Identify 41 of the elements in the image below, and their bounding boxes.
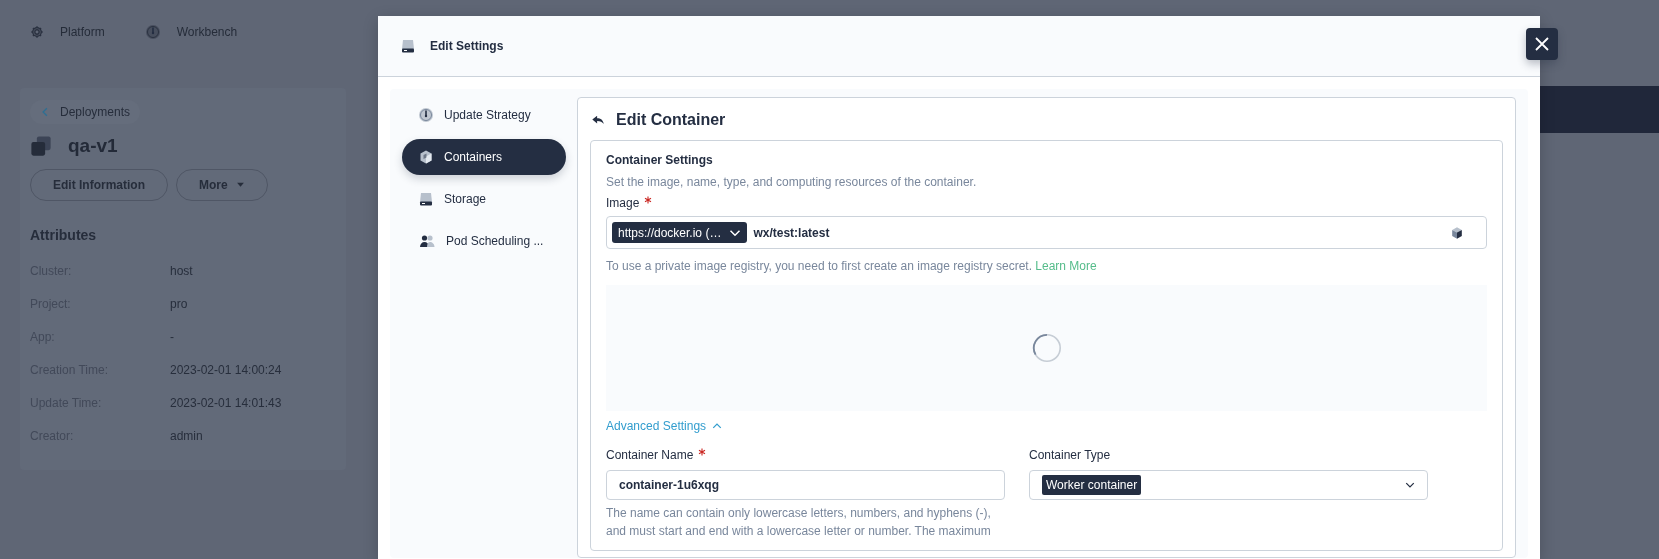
caret-down-icon xyxy=(235,180,245,189)
section-title: Attributes xyxy=(30,225,98,245)
nav-tab[interactable]: Update Strategy xyxy=(402,97,566,133)
help-text: To use a private image registry, you need to first create an image registry secret. Learn More xyxy=(606,258,1098,275)
field-label: Container Type xyxy=(1029,447,1111,464)
back-arrow-icon xyxy=(590,113,606,127)
attribute-value: pro xyxy=(170,295,188,313)
field-label: Image xyxy=(606,194,1487,212)
section-title: Container Settings xyxy=(606,152,714,169)
section-description: Set the image, name, type, and computing resources of the container. xyxy=(606,174,978,191)
chevron-left-icon xyxy=(40,106,50,118)
resource-name: qa-v1 xyxy=(68,134,118,158)
gear-icon xyxy=(30,25,44,39)
cube-icon xyxy=(1450,225,1464,240)
close-icon xyxy=(1534,36,1550,52)
field-label: Container Name xyxy=(606,447,694,464)
type-select[interactable]: Worker container xyxy=(1029,470,1428,500)
close-button[interactable] xyxy=(1526,28,1558,60)
nav-tab[interactable]: Storage xyxy=(402,181,566,217)
modal-title: Edit Settings xyxy=(430,38,504,55)
chevron-down-icon xyxy=(1405,480,1415,490)
attribute-value: admin xyxy=(170,427,203,445)
attribute-value: 2023-02-01 14:01:43 xyxy=(170,394,282,412)
disk-icon xyxy=(400,38,416,54)
image-field[interactable]: https://docker.io (… wx/test:latest xyxy=(606,216,1487,249)
chevron-up-icon xyxy=(712,421,723,431)
attribute-value: host xyxy=(170,262,193,280)
users-icon xyxy=(418,233,436,249)
cube-icon xyxy=(418,149,434,165)
gauge-icon xyxy=(144,24,161,40)
nav-tab[interactable]: Pod Scheduling ... xyxy=(402,223,566,259)
attribute-value: 2023-02-01 14:00:24 xyxy=(170,361,282,379)
gauge-icon xyxy=(418,107,434,123)
nav-tab[interactable]: Containers xyxy=(402,139,566,175)
cubes-icon xyxy=(30,135,52,158)
name-input[interactable]: container-1u6xqg xyxy=(606,470,1005,500)
panel-title: Edit Container xyxy=(616,110,726,130)
selected-option: Worker container xyxy=(1042,475,1142,495)
attribute-value: - xyxy=(170,328,174,346)
help-text: The name can contain only lowercase letters, numbers, and hyphens (-), and must start and end with a lowercase letter or number. The maximum xyxy=(606,505,992,540)
disk-icon xyxy=(418,191,434,207)
